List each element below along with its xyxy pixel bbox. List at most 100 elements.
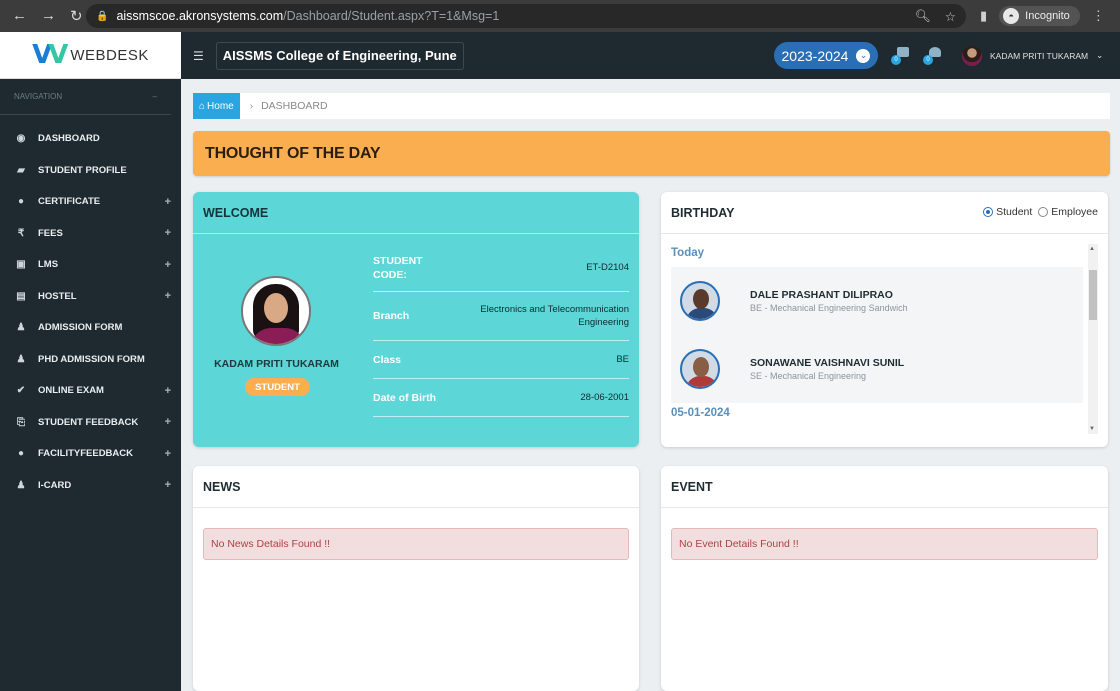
birthday-filter: Student Employee bbox=[983, 206, 1098, 218]
user-name: KADAM PRITI TUKARAM bbox=[990, 50, 1089, 61]
info-value: Electronics and Telecommunication Engine… bbox=[480, 304, 629, 328]
news-card: NEWS No News Details Found !! bbox=[193, 466, 639, 691]
event-card: EVENT No Event Details Found !! bbox=[661, 466, 1108, 691]
chevron-down-icon: ⌄ bbox=[1096, 50, 1104, 60]
sidebar-item-lms[interactable]: ▣ LMS + bbox=[0, 249, 181, 281]
sidebar-menu: ◉ DASHBOARD ▰ STUDENT PROFILE ● CERTIFICATE + ₹… bbox=[0, 123, 181, 501]
brand-name: WEBDESK bbox=[70, 46, 149, 64]
plus-icon: + bbox=[164, 290, 171, 303]
home-icon: ⌂ bbox=[199, 100, 206, 112]
info-value: ET-D2104 bbox=[586, 262, 629, 273]
sidebar-item-label: LMS bbox=[38, 259, 59, 271]
nav-header: NAVIGATION – bbox=[0, 79, 171, 115]
event-empty-alert: No Event Details Found !! bbox=[671, 528, 1098, 560]
avatar bbox=[680, 281, 720, 321]
sidebar-item-certificate[interactable]: ● CERTIFICATE + bbox=[0, 186, 181, 218]
webdesk-logo-icon: VV bbox=[32, 40, 68, 70]
url-path: /Dashboard/Student.aspx?T=1&Msg=1 bbox=[283, 9, 500, 23]
sidebar: VV WEBDESK NAVIGATION – ◉ DASHBOARD ▰ STUDE… bbox=[0, 32, 181, 691]
radio-employee-label: Employee bbox=[1051, 206, 1098, 218]
sidebar-item-label: CERTIFICATE bbox=[38, 196, 101, 208]
list-item[interactable]: DALE PRASHANT DILIPRAO BE - Mechanical En… bbox=[671, 267, 1083, 335]
menu-toggle-icon[interactable]: ☰ bbox=[193, 49, 204, 63]
info-key: STUDENT CODE: bbox=[373, 254, 423, 281]
plus-icon: + bbox=[164, 195, 171, 208]
news-title: NEWS bbox=[193, 466, 639, 508]
plus-icon: + bbox=[164, 479, 171, 492]
plus-icon: + bbox=[164, 416, 171, 429]
zoom-icon[interactable]: 🔍︎ bbox=[915, 9, 931, 24]
sidebar-item-fees[interactable]: ₹ FEES + bbox=[0, 218, 181, 250]
info-row: STUDENT CODE: ET-D2104 bbox=[373, 244, 629, 292]
star-icon[interactable]: ☆ bbox=[945, 9, 956, 24]
radio-employee[interactable]: Employee bbox=[1038, 206, 1098, 218]
url-domain: aissmscoe.akronsystems.com bbox=[116, 9, 284, 23]
sidebar-item-dashboard[interactable]: ◉ DASHBOARD bbox=[0, 123, 181, 155]
info-key: Class bbox=[373, 353, 402, 366]
birthday-person-course: BE - Mechanical Engineering Sandwich bbox=[750, 303, 908, 313]
kebab-menu-icon[interactable]: ⋮ bbox=[1092, 8, 1105, 24]
top-navbar: ☰ AISSMS College of Engineering, Pune 20… bbox=[181, 32, 1120, 79]
forward-arrow-icon[interactable]: → bbox=[41, 7, 56, 25]
plus-icon: + bbox=[164, 447, 171, 460]
brand-logo[interactable]: VV WEBDESK bbox=[0, 32, 181, 79]
browser-toolbar: ← → ↻ 🔒 aissmscoe.akronsystems.com /Dash… bbox=[0, 0, 1120, 32]
info-row: Branch Electronics and Telecommunication … bbox=[373, 292, 629, 341]
thought-of-the-day: THOUGHT OF THE DAY bbox=[193, 131, 1110, 176]
news-empty-alert: No News Details Found !! bbox=[203, 528, 629, 560]
notifications-icon[interactable]: 0 bbox=[923, 47, 941, 65]
plus-icon: + bbox=[164, 384, 171, 397]
user-menu[interactable]: KADAM PRITI TUKARAM ⌄ bbox=[962, 32, 1103, 79]
birthday-date: Today bbox=[671, 247, 705, 259]
info-value: 28-06-2001 bbox=[580, 392, 629, 403]
welcome-title: WELCOME bbox=[193, 192, 639, 234]
student-info: STUDENT CODE: ET-D2104 Branch Electronics a… bbox=[373, 244, 629, 417]
radio-student[interactable]: Student bbox=[983, 206, 1032, 218]
radio-student-button[interactable] bbox=[983, 207, 994, 217]
sidebar-item-label: PhD ADMISSION FORM bbox=[38, 353, 145, 365]
chevron-down-icon: ⌄ bbox=[856, 48, 871, 63]
sidebar-item-label: ONLINE EXAM bbox=[38, 385, 104, 397]
sidebar-item-student-profile[interactable]: ▰ STUDENT PROFILE bbox=[0, 155, 181, 187]
comments-icon: ● bbox=[17, 448, 25, 460]
academic-year-select[interactable]: 2023-2024 ⌄ bbox=[774, 42, 878, 69]
sidebar-item-i-card[interactable]: ♟ I-CARD + bbox=[0, 470, 181, 502]
sidebar-item-online-exam[interactable]: ✔ ONLINE EXAM + bbox=[0, 375, 181, 407]
sidebar-item-admission-form[interactable]: ♟ ADMISSION FORM bbox=[0, 312, 181, 344]
event-title: EVENT bbox=[661, 466, 1108, 508]
radio-student-label: Student bbox=[996, 206, 1033, 218]
lms-icon: ▣ bbox=[16, 259, 26, 271]
incognito-badge[interactable]: ◓ Incognito bbox=[999, 6, 1080, 26]
incognito-icon: ◓ bbox=[1003, 8, 1020, 24]
sidebar-item-label: I-CARD bbox=[38, 479, 72, 491]
breadcrumb-home-label: Home bbox=[207, 100, 234, 112]
sidebar-item-student-feedback[interactable]: ⎘ STUDENT FEEDBACK + bbox=[0, 407, 181, 439]
collapse-icon[interactable]: – bbox=[153, 92, 157, 101]
sidebar-item-label: DASHBOARD bbox=[38, 133, 100, 145]
welcome-card: WELCOME KADAM PRITI TUKARAM STUDENT STUD… bbox=[193, 192, 639, 447]
incognito-label: Incognito bbox=[1025, 10, 1070, 22]
plus-icon: + bbox=[164, 227, 171, 240]
breadcrumb-home[interactable]: ⌂ Home bbox=[193, 93, 240, 119]
radio-employee-button[interactable] bbox=[1038, 207, 1049, 217]
sidebar-item-hostel[interactable]: ▤ HOSTEL + bbox=[0, 281, 181, 313]
breadcrumb-current: DASHBOARD bbox=[261, 100, 328, 112]
sidebar-item-label: ADMISSION FORM bbox=[38, 322, 123, 334]
sidebar-item-label: STUDENT FEEDBACK bbox=[38, 416, 139, 428]
sidepanel-icon[interactable]: ▮ bbox=[980, 8, 987, 24]
graduation-cap-icon: ▰ bbox=[17, 164, 25, 176]
reload-icon[interactable]: ↻ bbox=[70, 7, 83, 25]
messages-icon[interactable]: 0 bbox=[891, 47, 909, 65]
sidebar-item-facilityfeedback[interactable]: ● FACILITYFEEDBACK + bbox=[0, 438, 181, 470]
address-bar[interactable]: 🔒 aissmscoe.akronsystems.com /Dashboard/… bbox=[86, 4, 966, 28]
plus-icon: + bbox=[164, 258, 171, 271]
list-item[interactable]: SONAWANE VAISHNAVI SUNIL SE - Mechanical … bbox=[671, 335, 1083, 403]
sidebar-item-label: STUDENT PROFILE bbox=[38, 164, 127, 176]
feedback-icon: ⎘ bbox=[17, 416, 25, 428]
sidebar-item-label: HOSTEL bbox=[38, 290, 77, 302]
birthday-scrollbar[interactable]: ▲ ▼ bbox=[1088, 244, 1098, 434]
college-name: AISSMS College of Engineering, Pune bbox=[215, 41, 464, 70]
info-value: BE bbox=[616, 354, 629, 365]
back-arrow-icon[interactable]: ← bbox=[12, 7, 27, 25]
sidebar-item-phd-admission-form[interactable]: ♟ PhD ADMISSION FORM bbox=[0, 344, 181, 376]
